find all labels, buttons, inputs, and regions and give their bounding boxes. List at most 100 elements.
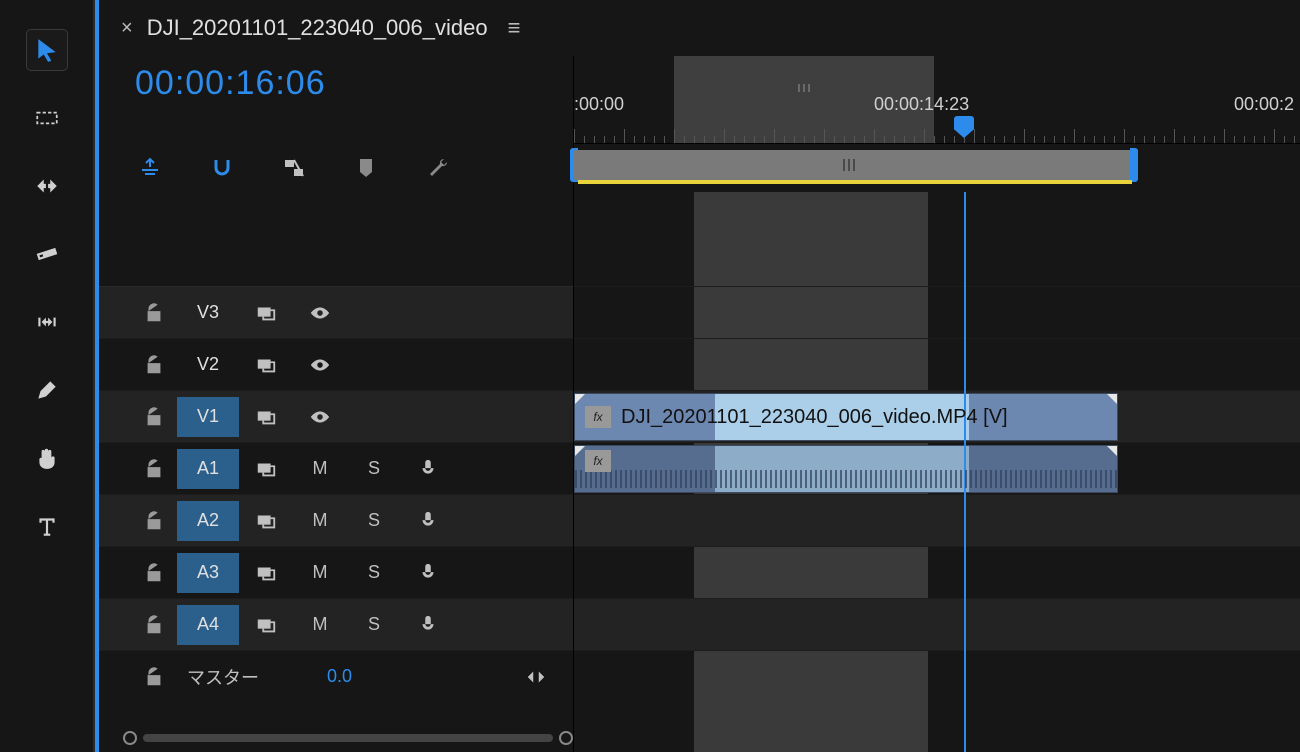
close-tab-icon[interactable]: × bbox=[121, 17, 133, 40]
track-label[interactable]: V3 bbox=[177, 293, 239, 333]
track-header-master[interactable]: マスター 0.0 bbox=[99, 650, 573, 702]
zoom-thumb[interactable] bbox=[143, 734, 553, 742]
mute-button[interactable]: M bbox=[293, 510, 347, 531]
voiceover-icon[interactable] bbox=[401, 510, 455, 532]
track-lane-v1[interactable]: fx DJI_20201101_223040_006_video.MP4 [V] bbox=[574, 390, 1300, 442]
lock-icon[interactable] bbox=[143, 666, 165, 688]
zoom-handle-icon[interactable] bbox=[559, 731, 573, 745]
track-lane-a1[interactable]: fx bbox=[574, 442, 1300, 494]
work-area-end-handle[interactable] bbox=[1130, 148, 1138, 182]
mute-button[interactable]: M bbox=[293, 562, 347, 583]
time-ruler[interactable]: :00:00 00:00:14:23 00:00:2 bbox=[574, 56, 1300, 144]
lock-icon[interactable] bbox=[143, 302, 165, 324]
waveform bbox=[575, 470, 1117, 488]
eye-icon[interactable] bbox=[293, 302, 347, 324]
slip-tool[interactable] bbox=[27, 302, 67, 342]
solo-button[interactable]: S bbox=[347, 510, 401, 531]
track-label[interactable]: V1 bbox=[177, 397, 239, 437]
timeline-canvas[interactable]: :00:00 00:00:14:23 00:00:2 bbox=[574, 56, 1300, 752]
audio-clip[interactable]: fx bbox=[574, 445, 1118, 493]
lock-icon[interactable] bbox=[143, 510, 165, 532]
track-header-a4[interactable]: A4 M S bbox=[99, 598, 573, 650]
solo-button[interactable]: S bbox=[347, 614, 401, 635]
track-headers: V3 V2 V1 bbox=[99, 286, 573, 702]
render-bar bbox=[578, 180, 1132, 184]
solo-button[interactable]: S bbox=[347, 458, 401, 479]
track-header-area: 00:00:16:06 bbox=[99, 56, 574, 752]
track-header-a2[interactable]: A2 M S bbox=[99, 494, 573, 546]
lock-icon[interactable] bbox=[143, 562, 165, 584]
sync-lock-icon[interactable] bbox=[239, 562, 293, 584]
lock-icon[interactable] bbox=[143, 354, 165, 376]
snap-icon[interactable] bbox=[207, 153, 237, 183]
selection-tool[interactable] bbox=[27, 30, 67, 70]
solo-button[interactable]: S bbox=[347, 562, 401, 583]
track-label[interactable]: V2 bbox=[177, 345, 239, 385]
track-label[interactable]: A4 bbox=[177, 605, 239, 645]
track-lane-a2[interactable] bbox=[574, 494, 1300, 546]
sequence-name[interactable]: DJI_20201101_223040_006_video bbox=[147, 15, 488, 41]
track-header-a3[interactable]: A3 M S bbox=[99, 546, 573, 598]
video-clip[interactable]: fx DJI_20201101_223040_006_video.MP4 [V] bbox=[574, 393, 1118, 441]
voiceover-icon[interactable] bbox=[401, 458, 455, 480]
lock-icon[interactable] bbox=[143, 458, 165, 480]
pen-tool[interactable] bbox=[27, 370, 67, 410]
sync-lock-icon[interactable] bbox=[239, 458, 293, 480]
stereo-icon[interactable] bbox=[509, 666, 563, 688]
sync-lock-icon[interactable] bbox=[239, 354, 293, 376]
track-lane-master[interactable] bbox=[574, 650, 1300, 702]
marker-icon[interactable] bbox=[351, 153, 381, 183]
track-header-v3[interactable]: V3 bbox=[99, 286, 573, 338]
track-select-tool[interactable] bbox=[27, 98, 67, 138]
track-header-v2[interactable]: V2 bbox=[99, 338, 573, 390]
sequence-toolbar bbox=[99, 144, 573, 192]
track-lane-a3[interactable] bbox=[574, 546, 1300, 598]
master-label: マスター bbox=[177, 664, 287, 690]
eye-icon[interactable] bbox=[293, 354, 347, 376]
lock-icon[interactable] bbox=[143, 614, 165, 636]
eye-icon[interactable] bbox=[293, 406, 347, 428]
sync-lock-icon[interactable] bbox=[239, 302, 293, 324]
zoom-scrollbar[interactable] bbox=[574, 724, 1300, 752]
track-label[interactable]: A2 bbox=[177, 501, 239, 541]
track-label[interactable]: A3 bbox=[177, 553, 239, 593]
tool-strip bbox=[0, 0, 95, 752]
sync-lock-icon[interactable] bbox=[239, 510, 293, 532]
track-lane-v2[interactable] bbox=[574, 338, 1300, 390]
voiceover-icon[interactable] bbox=[401, 562, 455, 584]
sync-lock-icon[interactable] bbox=[239, 406, 293, 428]
ruler-label: 00:00:2 bbox=[1234, 94, 1294, 115]
track-lane-a4[interactable] bbox=[574, 598, 1300, 650]
voiceover-icon[interactable] bbox=[401, 614, 455, 636]
fx-badge[interactable]: fx bbox=[585, 450, 611, 472]
track-header-a1[interactable]: A1 M S bbox=[99, 442, 573, 494]
track-label[interactable]: A1 bbox=[177, 449, 239, 489]
razor-tool[interactable] bbox=[27, 234, 67, 274]
ruler-label: :00:00 bbox=[574, 94, 624, 115]
mute-button[interactable]: M bbox=[293, 614, 347, 635]
current-timecode[interactable]: 00:00:16:06 bbox=[135, 64, 326, 103]
clip-name: DJI_20201101_223040_006_video.MP4 [V] bbox=[621, 406, 1008, 429]
zoom-handle-icon[interactable] bbox=[123, 731, 137, 745]
clip-area[interactable]: fx DJI_20201101_223040_006_video.MP4 [V]… bbox=[574, 192, 1300, 752]
zoom-scroll-left-end[interactable] bbox=[99, 724, 573, 752]
lock-icon[interactable] bbox=[143, 406, 165, 428]
fx-badge[interactable]: fx bbox=[585, 406, 611, 428]
tab-menu-icon[interactable]: ≡ bbox=[508, 15, 521, 41]
settings-wrench-icon[interactable] bbox=[423, 153, 453, 183]
mute-button[interactable]: M bbox=[293, 458, 347, 479]
navigator-thumb[interactable] bbox=[574, 150, 1134, 180]
sync-lock-icon[interactable] bbox=[239, 614, 293, 636]
track-header-v1[interactable]: V1 bbox=[99, 390, 573, 442]
track-lane-v3[interactable] bbox=[574, 286, 1300, 338]
timeline-panel: × DJI_20201101_223040_006_video ≡ 00:00:… bbox=[95, 0, 1300, 752]
ruler-ticks bbox=[574, 125, 1300, 143]
hand-tool[interactable] bbox=[27, 438, 67, 478]
ripple-edit-tool[interactable] bbox=[27, 166, 67, 206]
insert-overwrite-icon[interactable] bbox=[135, 153, 165, 183]
master-value[interactable]: 0.0 bbox=[327, 666, 352, 687]
type-tool[interactable] bbox=[27, 506, 67, 546]
sequence-tab-bar: × DJI_20201101_223040_006_video ≡ bbox=[99, 0, 1300, 56]
navigator-bar[interactable] bbox=[574, 144, 1300, 192]
linked-selection-icon[interactable] bbox=[279, 153, 309, 183]
